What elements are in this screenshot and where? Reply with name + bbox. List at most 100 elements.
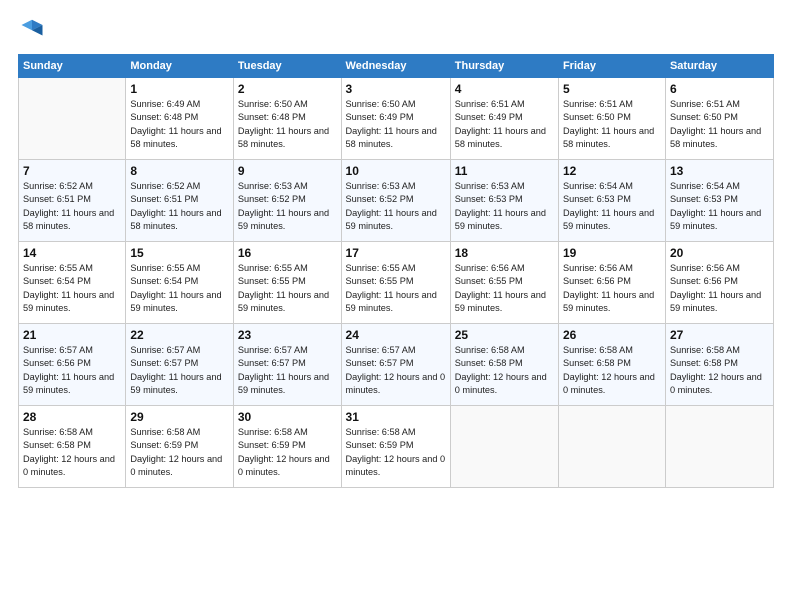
- header-row: SundayMondayTuesdayWednesdayThursdayFrid…: [19, 55, 774, 78]
- day-number: 24: [346, 328, 446, 342]
- day-number: 11: [455, 164, 554, 178]
- day-info: Sunrise: 6:55 AMSunset: 6:55 PMDaylight:…: [238, 262, 337, 315]
- day-info: Sunrise: 6:58 AMSunset: 6:59 PMDaylight:…: [346, 426, 446, 479]
- day-cell: 15 Sunrise: 6:55 AMSunset: 6:54 PMDayligh…: [126, 242, 234, 324]
- day-number: 9: [238, 164, 337, 178]
- day-cell: 17Sunrise: 6:55 AMSunset: 6:55 PMDayligh…: [341, 242, 450, 324]
- day-info: Sunrise: 6:51 AMSunset: 6:50 PMDaylight:…: [670, 98, 769, 151]
- day-number: 6: [670, 82, 769, 96]
- day-number: 18: [455, 246, 554, 260]
- week-row-3: 14 Sunrise: 6:55 AMSunset: 6:54 PMDayligh…: [19, 242, 774, 324]
- day-number: 2: [238, 82, 337, 96]
- day-info: Sunrise: 6:54 AMSunset: 6:53 PMDaylight:…: [670, 180, 769, 233]
- day-info: Sunrise: 6:53 AMSunset: 6:52 PMDaylight:…: [346, 180, 446, 233]
- day-number: 30: [238, 410, 337, 424]
- day-number: 15: [130, 246, 229, 260]
- day-info: Sunrise: 6:49 AMSunset: 6:48 PMDaylight:…: [130, 98, 229, 151]
- day-info: Sunrise: 6:58 AMSunset: 6:58 PMDaylight:…: [563, 344, 661, 397]
- day-number: 17: [346, 246, 446, 260]
- day-number: 1: [130, 82, 229, 96]
- day-info: Sunrise: 6:55 AMSunset: 6:54 PMDaylight:…: [130, 262, 229, 315]
- day-cell: 21 Sunrise: 6:57 AMSunset: 6:56 PMDayligh…: [19, 324, 126, 406]
- week-row-4: 21 Sunrise: 6:57 AMSunset: 6:56 PMDayligh…: [19, 324, 774, 406]
- day-cell: 1 Sunrise: 6:49 AMSunset: 6:48 PMDaylight…: [126, 78, 234, 160]
- day-cell: [19, 78, 126, 160]
- day-info: Sunrise: 6:52 AMSunset: 6:51 PMDaylight:…: [130, 180, 229, 233]
- day-cell: [665, 406, 773, 488]
- day-number: 22: [130, 328, 229, 342]
- day-number: 19: [563, 246, 661, 260]
- header: [18, 18, 774, 46]
- day-number: 21: [23, 328, 121, 342]
- day-cell: 10 Sunrise: 6:53 AMSunset: 6:52 PMDayligh…: [341, 160, 450, 242]
- day-cell: 26 Sunrise: 6:58 AMSunset: 6:58 PMDayligh…: [558, 324, 665, 406]
- day-cell: 4 Sunrise: 6:51 AMSunset: 6:49 PMDaylight…: [450, 78, 558, 160]
- day-number: 28: [23, 410, 121, 424]
- day-info: Sunrise: 6:50 AMSunset: 6:49 PMDaylight:…: [346, 98, 446, 151]
- day-cell: 25Sunrise: 6:58 AMSunset: 6:58 PMDayligh…: [450, 324, 558, 406]
- day-cell: 7 Sunrise: 6:52 AMSunset: 6:51 PMDaylight…: [19, 160, 126, 242]
- day-cell: 24 Sunrise: 6:57 AMSunset: 6:57 PMDayligh…: [341, 324, 450, 406]
- day-cell: 16 Sunrise: 6:55 AMSunset: 6:55 PMDayligh…: [233, 242, 341, 324]
- day-number: 4: [455, 82, 554, 96]
- day-info: Sunrise: 6:58 AMSunset: 6:58 PMDaylight:…: [23, 426, 121, 479]
- day-cell: 14 Sunrise: 6:55 AMSunset: 6:54 PMDayligh…: [19, 242, 126, 324]
- day-info: Sunrise: 6:58 AMSunset: 6:58 PMDaylight:…: [670, 344, 769, 397]
- day-info: Sunrise: 6:52 AMSunset: 6:51 PMDaylight:…: [23, 180, 121, 233]
- day-cell: 22 Sunrise: 6:57 AMSunset: 6:57 PMDayligh…: [126, 324, 234, 406]
- day-info: Sunrise: 6:51 AMSunset: 6:49 PMDaylight:…: [455, 98, 554, 151]
- day-cell: 12Sunrise: 6:54 AMSunset: 6:53 PMDayligh…: [558, 160, 665, 242]
- day-number: 14: [23, 246, 121, 260]
- day-info: Sunrise: 6:53 AMSunset: 6:52 PMDaylight:…: [238, 180, 337, 233]
- header-cell-friday: Friday: [558, 55, 665, 78]
- day-cell: [558, 406, 665, 488]
- day-info: Sunrise: 6:53 AMSunset: 6:53 PMDaylight:…: [455, 180, 554, 233]
- day-cell: 19 Sunrise: 6:56 AMSunset: 6:56 PMDayligh…: [558, 242, 665, 324]
- day-number: 23: [238, 328, 337, 342]
- day-info: Sunrise: 6:58 AMSunset: 6:59 PMDaylight:…: [238, 426, 337, 479]
- day-info: Sunrise: 6:51 AMSunset: 6:50 PMDaylight:…: [563, 98, 661, 151]
- day-number: 31: [346, 410, 446, 424]
- day-info: Sunrise: 6:56 AMSunset: 6:56 PMDaylight:…: [670, 262, 769, 315]
- header-cell-wednesday: Wednesday: [341, 55, 450, 78]
- logo: [18, 18, 50, 46]
- day-info: Sunrise: 6:58 AMSunset: 6:59 PMDaylight:…: [130, 426, 229, 479]
- calendar-header: SundayMondayTuesdayWednesdayThursdayFrid…: [19, 55, 774, 78]
- day-cell: 11 Sunrise: 6:53 AMSunset: 6:53 PMDayligh…: [450, 160, 558, 242]
- day-cell: 23 Sunrise: 6:57 AMSunset: 6:57 PMDayligh…: [233, 324, 341, 406]
- day-number: 26: [563, 328, 661, 342]
- day-number: 29: [130, 410, 229, 424]
- day-cell: 31 Sunrise: 6:58 AMSunset: 6:59 PMDayligh…: [341, 406, 450, 488]
- header-cell-monday: Monday: [126, 55, 234, 78]
- logo-icon: [18, 18, 46, 46]
- day-info: Sunrise: 6:57 AMSunset: 6:57 PMDaylight:…: [238, 344, 337, 397]
- day-cell: 5 Sunrise: 6:51 AMSunset: 6:50 PMDaylight…: [558, 78, 665, 160]
- header-cell-thursday: Thursday: [450, 55, 558, 78]
- day-info: Sunrise: 6:57 AMSunset: 6:56 PMDaylight:…: [23, 344, 121, 397]
- day-number: 16: [238, 246, 337, 260]
- day-info: Sunrise: 6:56 AMSunset: 6:56 PMDaylight:…: [563, 262, 661, 315]
- header-cell-saturday: Saturday: [665, 55, 773, 78]
- day-cell: 20 Sunrise: 6:56 AMSunset: 6:56 PMDayligh…: [665, 242, 773, 324]
- day-cell: 27 Sunrise: 6:58 AMSunset: 6:58 PMDayligh…: [665, 324, 773, 406]
- day-number: 13: [670, 164, 769, 178]
- day-info: Sunrise: 6:55 AMSunset: 6:54 PMDaylight:…: [23, 262, 121, 315]
- week-row-1: 1 Sunrise: 6:49 AMSunset: 6:48 PMDaylight…: [19, 78, 774, 160]
- day-number: 27: [670, 328, 769, 342]
- day-number: 7: [23, 164, 121, 178]
- day-cell: 28 Sunrise: 6:58 AMSunset: 6:58 PMDayligh…: [19, 406, 126, 488]
- day-cell: 8Sunrise: 6:52 AMSunset: 6:51 PMDaylight…: [126, 160, 234, 242]
- header-cell-tuesday: Tuesday: [233, 55, 341, 78]
- day-cell: 13 Sunrise: 6:54 AMSunset: 6:53 PMDayligh…: [665, 160, 773, 242]
- day-number: 20: [670, 246, 769, 260]
- page: SundayMondayTuesdayWednesdayThursdayFrid…: [0, 0, 792, 612]
- week-row-5: 28 Sunrise: 6:58 AMSunset: 6:58 PMDayligh…: [19, 406, 774, 488]
- day-number: 5: [563, 82, 661, 96]
- day-info: Sunrise: 6:57 AMSunset: 6:57 PMDaylight:…: [346, 344, 446, 397]
- day-number: 3: [346, 82, 446, 96]
- day-cell: 18 Sunrise: 6:56 AMSunset: 6:55 PMDayligh…: [450, 242, 558, 324]
- day-info: Sunrise: 6:56 AMSunset: 6:55 PMDaylight:…: [455, 262, 554, 315]
- day-number: 25: [455, 328, 554, 342]
- day-number: 10: [346, 164, 446, 178]
- day-info: Sunrise: 6:57 AMSunset: 6:57 PMDaylight:…: [130, 344, 229, 397]
